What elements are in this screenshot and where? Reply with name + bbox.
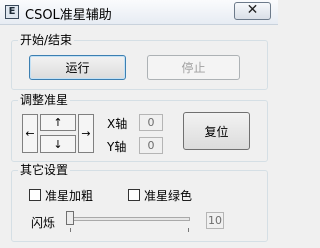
x-axis-label: X轴 xyxy=(107,117,128,131)
flicker-value: 10 xyxy=(206,212,224,229)
slider-tick-start xyxy=(70,228,71,232)
window-title: CSOL准星辅助 xyxy=(25,8,112,23)
bold-crosshair-checkbox[interactable] xyxy=(29,189,41,201)
arrow-down-icon: ↓ xyxy=(53,137,63,151)
arrow-left-icon: ← xyxy=(25,127,35,140)
reset-button[interactable]: 复位 xyxy=(183,112,250,150)
flicker-slider-track[interactable] xyxy=(69,217,190,221)
other-settings-legend: 其它设置 xyxy=(20,163,69,177)
arrow-right-icon: → xyxy=(81,127,91,140)
title-bar: E CSOL准星辅助 ✕ xyxy=(0,0,278,25)
app-e-icon: E xyxy=(5,5,19,19)
arrow-up-icon: ↑ xyxy=(53,116,63,129)
green-crosshair-label[interactable]: 准星绿色 xyxy=(144,187,192,204)
green-crosshair-checkbox[interactable] xyxy=(128,189,140,201)
adjust-crosshair-legend: 调整准星 xyxy=(20,93,69,107)
y-axis-value: 0 xyxy=(139,137,163,154)
move-down-button[interactable]: ↓ xyxy=(40,135,76,153)
start-stop-legend: 开始/结束 xyxy=(20,33,73,47)
flicker-label: 闪烁 xyxy=(31,216,56,230)
move-right-button[interactable]: → xyxy=(78,114,94,153)
y-axis-label: Y轴 xyxy=(107,140,127,154)
x-axis-value: 0 xyxy=(139,114,163,131)
stop-button[interactable]: 停止 xyxy=(147,55,240,80)
bold-crosshair-label[interactable]: 准星加粗 xyxy=(45,187,93,204)
close-button[interactable]: ✕ xyxy=(234,2,271,20)
slider-tick-end xyxy=(188,228,189,232)
flicker-slider-thumb[interactable] xyxy=(66,211,74,225)
run-button[interactable]: 运行 xyxy=(29,55,126,80)
move-left-button[interactable]: ← xyxy=(22,114,38,153)
move-up-button[interactable]: ↑ xyxy=(40,114,76,131)
